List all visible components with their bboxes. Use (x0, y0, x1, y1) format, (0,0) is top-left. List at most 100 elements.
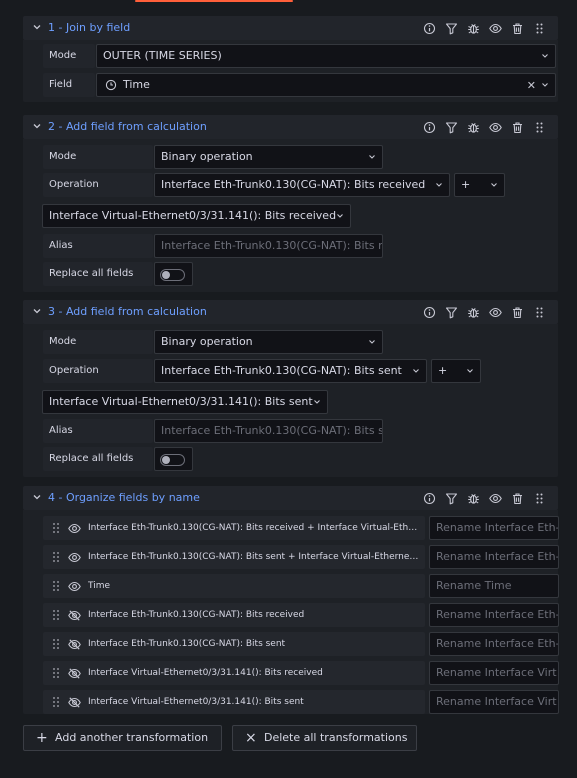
drag-handle-button[interactable] (528, 489, 550, 507)
transformation-card-organize: 4 - Organize fields by name Interface Et… (23, 486, 559, 714)
info-button[interactable] (418, 303, 440, 321)
clear-icon[interactable]: ✕ (527, 75, 536, 96)
organize-field-row[interactable]: Interface Eth-Trunk0.130(CG-NAT): Bits s… (43, 632, 425, 656)
eye-slash-icon[interactable] (68, 667, 81, 680)
rename-field-input[interactable]: Rename Interface Virt (429, 690, 559, 714)
rename-field-input[interactable]: Rename Interface Eth- (429, 516, 559, 540)
alias-input[interactable]: Interface Eth-Trunk0.130(CG-NAT): Bits r (154, 234, 383, 258)
trash-button[interactable] (506, 118, 528, 136)
transformation-header[interactable]: 2 - Add field from calculation (23, 115, 558, 139)
alias-input[interactable]: Interface Eth-Trunk0.130(CG-NAT): Bits s (154, 419, 383, 443)
transformation-title[interactable]: 4 - Organize fields by name (48, 491, 200, 504)
drag-handle-button[interactable] (528, 303, 550, 321)
eye-icon[interactable] (68, 522, 81, 535)
eye-icon[interactable] (68, 551, 81, 564)
trash-button[interactable] (506, 489, 528, 507)
rename-field-input[interactable]: Rename Time (429, 574, 559, 598)
transformation-title[interactable]: 1 - Join by field (48, 21, 130, 34)
right-operand-select[interactable]: Interface Virtual-Ethernet0/3/31.141(): … (42, 204, 351, 228)
info-button[interactable] (418, 118, 440, 136)
organize-field-row[interactable]: Time (43, 574, 425, 598)
eye-slash-icon[interactable] (68, 638, 81, 651)
trash-button[interactable] (506, 19, 528, 37)
eye-icon (488, 122, 502, 132)
organize-field-row[interactable]: Interface Eth-Trunk0.130(CG-NAT): Bits r… (43, 603, 425, 627)
eye-button[interactable] (484, 489, 506, 507)
eye-button[interactable] (484, 303, 506, 321)
eye-icon (488, 307, 502, 317)
chevron-down-icon[interactable] (30, 20, 44, 34)
chevron-down-icon[interactable] (30, 304, 44, 318)
chevron-down-icon (542, 54, 548, 58)
operation-label: Operation (43, 173, 153, 197)
drag-handle-icon[interactable] (52, 696, 60, 708)
info-button[interactable] (418, 489, 440, 507)
rename-field-input[interactable]: Rename Interface Eth- (429, 545, 559, 569)
transformation-header[interactable]: 4 - Organize fields by name (23, 486, 558, 510)
chevron-down-icon (337, 214, 343, 218)
organize-field-row[interactable]: Interface Eth-Trunk0.130(CG-NAT): Bits r… (43, 516, 425, 540)
debug-button[interactable] (462, 19, 484, 37)
trash-icon (512, 22, 522, 34)
mode-select[interactable]: Binary operation (154, 145, 383, 169)
trash-button[interactable] (506, 303, 528, 321)
filter-icon (445, 22, 457, 34)
operator-select[interactable]: + (454, 173, 505, 197)
organize-field-row[interactable]: Interface Virtual-Ethernet0/3/31.141(): … (43, 690, 425, 714)
replace-all-fields-toggle[interactable] (154, 262, 193, 286)
replace-all-fields-toggle[interactable] (154, 447, 193, 471)
add-transformation-button[interactable]: + Add another transformation (23, 725, 222, 751)
debug-icon (467, 307, 479, 318)
eye-slash-icon[interactable] (68, 609, 81, 622)
field-name: Interface Eth-Trunk0.130(CG-NAT): Bits r… (88, 610, 305, 620)
transformation-header[interactable]: 1 - Join by field (23, 16, 558, 40)
mode-select[interactable]: Binary operation (154, 330, 383, 354)
transformation-title[interactable]: 2 - Add field from calculation (48, 120, 207, 133)
drag-handle-icon[interactable] (52, 667, 60, 679)
drag-handle-icon[interactable] (52, 609, 60, 621)
eye-button[interactable] (484, 19, 506, 37)
drag-handle-icon[interactable] (52, 551, 60, 563)
eye-button[interactable] (484, 118, 506, 136)
info-icon (423, 121, 435, 133)
organize-field-row[interactable]: Interface Virtual-Ethernet0/3/31.141(): … (43, 661, 425, 685)
trash-icon (512, 492, 522, 504)
field-select[interactable]: Time ✕ (96, 73, 556, 97)
delete-all-label: Delete all transformations (264, 731, 408, 744)
left-operand-select[interactable]: Interface Eth-Trunk0.130(CG-NAT): Bits r… (154, 173, 450, 197)
filter-button[interactable] (440, 118, 462, 136)
transformation-title[interactable]: 3 - Add field from calculation (48, 305, 207, 318)
rename-field-input[interactable]: Rename Interface Eth- (429, 632, 559, 656)
transformation-header[interactable]: 3 - Add field from calculation (23, 300, 558, 324)
filter-icon (445, 492, 457, 504)
left-operand-select[interactable]: Interface Eth-Trunk0.130(CG-NAT): Bits s… (154, 359, 427, 383)
eye-icon[interactable] (68, 580, 81, 593)
mode-select[interactable]: OUTER (TIME SERIES) (96, 44, 556, 68)
eye-slash-icon[interactable] (68, 696, 81, 709)
drag-handle-icon[interactable] (52, 580, 60, 592)
debug-button[interactable] (462, 303, 484, 321)
filter-button[interactable] (440, 303, 462, 321)
right-operand-select[interactable]: Interface Virtual-Ethernet0/3/31.141(): … (42, 390, 328, 414)
filter-button[interactable] (440, 19, 462, 37)
debug-button[interactable] (462, 489, 484, 507)
transformation-card-join: 1 - Join by field Mode OUTER (TIME SERIE… (23, 16, 558, 102)
debug-button[interactable] (462, 118, 484, 136)
chevron-down-icon (314, 400, 320, 404)
rename-field-input[interactable]: Rename Interface Eth- (429, 603, 559, 627)
rename-field-input[interactable]: Rename Interface Virt (429, 661, 559, 685)
delete-all-transformations-button[interactable]: × Delete all transformations (232, 725, 417, 751)
header-actions (418, 303, 550, 321)
filter-button[interactable] (440, 489, 462, 507)
transformation-card-calc-1: 2 - Add field from calculation Mode Bina… (23, 115, 558, 292)
drag-handle-button[interactable] (528, 19, 550, 37)
add-transformation-label: Add another transformation (55, 731, 209, 744)
info-button[interactable] (418, 19, 440, 37)
drag-handle-icon[interactable] (52, 522, 60, 534)
drag-handle-icon[interactable] (52, 638, 60, 650)
chevron-down-icon[interactable] (30, 490, 44, 504)
drag-handle-button[interactable] (528, 118, 550, 136)
chevron-down-icon[interactable] (30, 119, 44, 133)
operator-select[interactable]: + (431, 359, 481, 383)
organize-field-row[interactable]: Interface Eth-Trunk0.130(CG-NAT): Bits s… (43, 545, 425, 569)
